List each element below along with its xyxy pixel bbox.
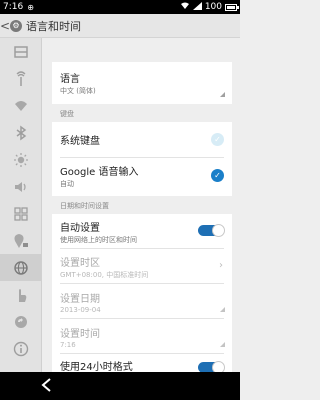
datetime-section-header: 日期和时间设置 (60, 202, 109, 210)
sidebar-item-apps[interactable] (0, 200, 41, 227)
auto-setting-row[interactable]: 自动设置 使用网络上的时区和时间 (52, 214, 232, 248)
bluetooth-icon (16, 125, 26, 140)
language-row[interactable]: 语言 中文 (简体) (52, 62, 232, 104)
chevron-right-icon: › (219, 260, 223, 271)
status-time: 7:16 (3, 2, 24, 12)
google-voice-value: 自动 (60, 180, 74, 188)
google-voice-row[interactable]: Google 语音输入 自动 ✓ (52, 157, 232, 196)
toggle-knob (212, 361, 225, 372)
sidebar-item-gestures[interactable] (0, 281, 41, 308)
language-title: 语言 (60, 74, 80, 85)
wifi-status-icon (180, 2, 190, 13)
system-keyboard-check-icon[interactable]: ✓ (211, 133, 224, 146)
dropdown-corner-icon (220, 307, 225, 312)
datetime-card: 自动设置 使用网络上的时区和时间 设置时区 GMT+08:00, 中国标准时间 … (52, 214, 232, 372)
app-bar: < ⚙ 语言和时间 (0, 14, 240, 38)
format24-row[interactable]: 使用24小时格式 (52, 354, 232, 372)
sidebar-item-display[interactable] (0, 146, 41, 173)
settings-gear-icon: ⚙ (10, 19, 22, 32)
sidebar-item-signal[interactable] (0, 65, 41, 92)
sidebar-item-language[interactable] (0, 254, 41, 281)
date-title: 设置日期 (60, 294, 100, 305)
sidebar-item-sound[interactable] (0, 173, 41, 200)
page-title: 语言和时间 (26, 19, 81, 33)
auto-setting-toggle[interactable] (198, 224, 225, 237)
sidebar-item-storage[interactable] (0, 38, 41, 65)
back-icon[interactable]: < (0, 19, 10, 33)
navigation-bar (0, 372, 240, 400)
google-voice-title: Google 语音输入 (60, 167, 139, 178)
storage-icon (13, 45, 28, 58)
battery-icon (225, 3, 239, 11)
sidebar-item-sync[interactable] (0, 308, 41, 335)
format24-toggle[interactable] (198, 361, 225, 372)
timezone-row[interactable]: 设置时区 GMT+08:00, 中国标准时间 › (52, 249, 232, 283)
timezone-value: GMT+08:00, 中国标准时间 (60, 271, 149, 279)
info-icon (13, 341, 28, 356)
time-value: 7:16 (60, 341, 76, 349)
globe-icon (13, 260, 28, 275)
sidebar-item-bluetooth[interactable] (0, 119, 41, 146)
apps-grid-icon (13, 206, 28, 221)
date-row[interactable]: 设置日期 2013-09-04 (52, 284, 232, 318)
signal-status-icon (192, 1, 202, 13)
auto-setting-value: 使用网络上的时区和时间 (60, 236, 137, 244)
dropdown-corner-icon (220, 92, 225, 97)
sync-icon (14, 315, 27, 328)
time-title: 设置时间 (60, 329, 100, 340)
date-value: 2013-09-04 (60, 306, 101, 314)
dropdown-corner-icon (220, 342, 225, 347)
sidebar-item-wifi[interactable] (0, 92, 41, 119)
nav-back-icon[interactable] (40, 376, 52, 397)
notification-icon: ⊕ (27, 2, 34, 12)
system-keyboard-row[interactable]: 系统键盘 ✓ (52, 122, 232, 157)
sidebar-item-about[interactable] (0, 335, 41, 362)
system-keyboard-title: 系统键盘 (60, 136, 100, 147)
battery-text: 100 (204, 2, 222, 12)
signal-icon (16, 70, 25, 86)
sidebar (0, 38, 42, 372)
settings-panel: 语言 中文 (简体) 键盘 系统键盘 ✓ Google 语音输入 自动 ✓ 日期… (42, 38, 240, 372)
status-bar: 7:16 ⊕ 100 (0, 0, 240, 14)
volume-icon (14, 181, 26, 192)
gesture-hand-icon (18, 288, 26, 302)
location-lock-icon (14, 233, 28, 248)
sidebar-item-location[interactable] (0, 227, 41, 254)
google-voice-check-icon[interactable]: ✓ (211, 169, 224, 182)
time-row[interactable]: 设置时间 7:16 (52, 319, 232, 353)
timezone-title: 设置时区 (60, 258, 100, 269)
language-card: 语言 中文 (简体) (52, 62, 232, 104)
keyboard-section-header: 键盘 (60, 110, 74, 118)
language-value: 中文 (简体) (60, 87, 96, 95)
brightness-icon (13, 152, 28, 167)
wifi-icon (14, 100, 27, 111)
keyboard-card: 系统键盘 ✓ Google 语音输入 自动 ✓ (52, 122, 232, 196)
toggle-knob (212, 224, 225, 237)
